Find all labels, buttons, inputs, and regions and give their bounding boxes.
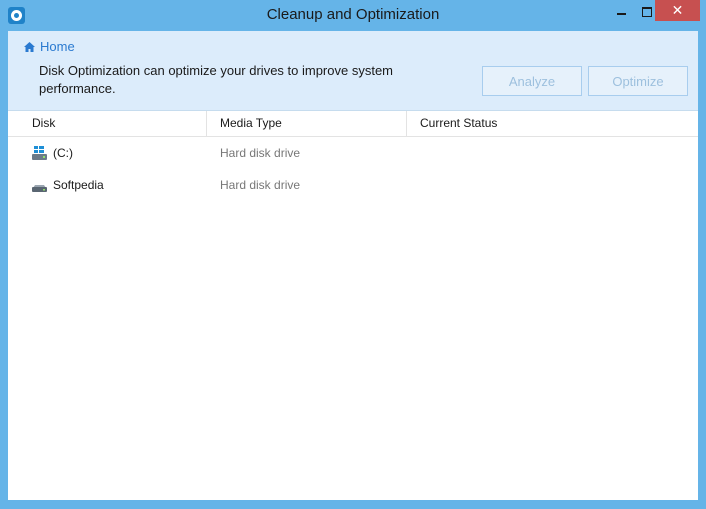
windows-drive-icon: [32, 146, 47, 160]
disk-name: Softpedia: [53, 178, 104, 192]
optimize-button[interactable]: Optimize: [588, 66, 688, 96]
column-header-media-type[interactable]: Media Type: [207, 111, 407, 136]
maximize-icon: [642, 6, 652, 17]
window-title: Cleanup and Optimization: [266, 6, 440, 23]
column-header-disk[interactable]: Disk: [8, 111, 207, 136]
table-header: Disk Media Type Current Status: [8, 111, 698, 137]
media-type: Hard disk drive: [220, 146, 301, 160]
header-panel: Home Disk Optimization can optimize your…: [8, 31, 698, 111]
main-content: Home Disk Optimization can optimize your…: [8, 31, 698, 500]
close-button[interactable]: ✕: [655, 0, 700, 21]
table-row[interactable]: Softpedia Hard disk drive: [8, 169, 698, 201]
title-bar[interactable]: Cleanup and Optimization ✕: [0, 0, 706, 31]
close-icon: ✕: [671, 2, 684, 18]
disk-name: (C:): [53, 146, 73, 160]
breadcrumb-home-link[interactable]: Home: [24, 39, 75, 54]
breadcrumb-label: Home: [40, 39, 75, 54]
minimize-button[interactable]: [608, 1, 634, 21]
app-window: Cleanup and Optimization ✕ Home Disk Opt…: [0, 0, 706, 509]
minimize-icon: [616, 12, 626, 15]
media-type: Hard disk drive: [220, 178, 301, 192]
analyze-button[interactable]: Analyze: [482, 66, 582, 96]
page-description: Disk Optimization can optimize your driv…: [39, 63, 394, 96]
home-icon: [24, 41, 35, 52]
table-row[interactable]: (C:) Hard disk drive: [8, 137, 698, 169]
column-header-current-status[interactable]: Current Status: [407, 111, 698, 136]
hard-drive-icon: [32, 185, 47, 192]
